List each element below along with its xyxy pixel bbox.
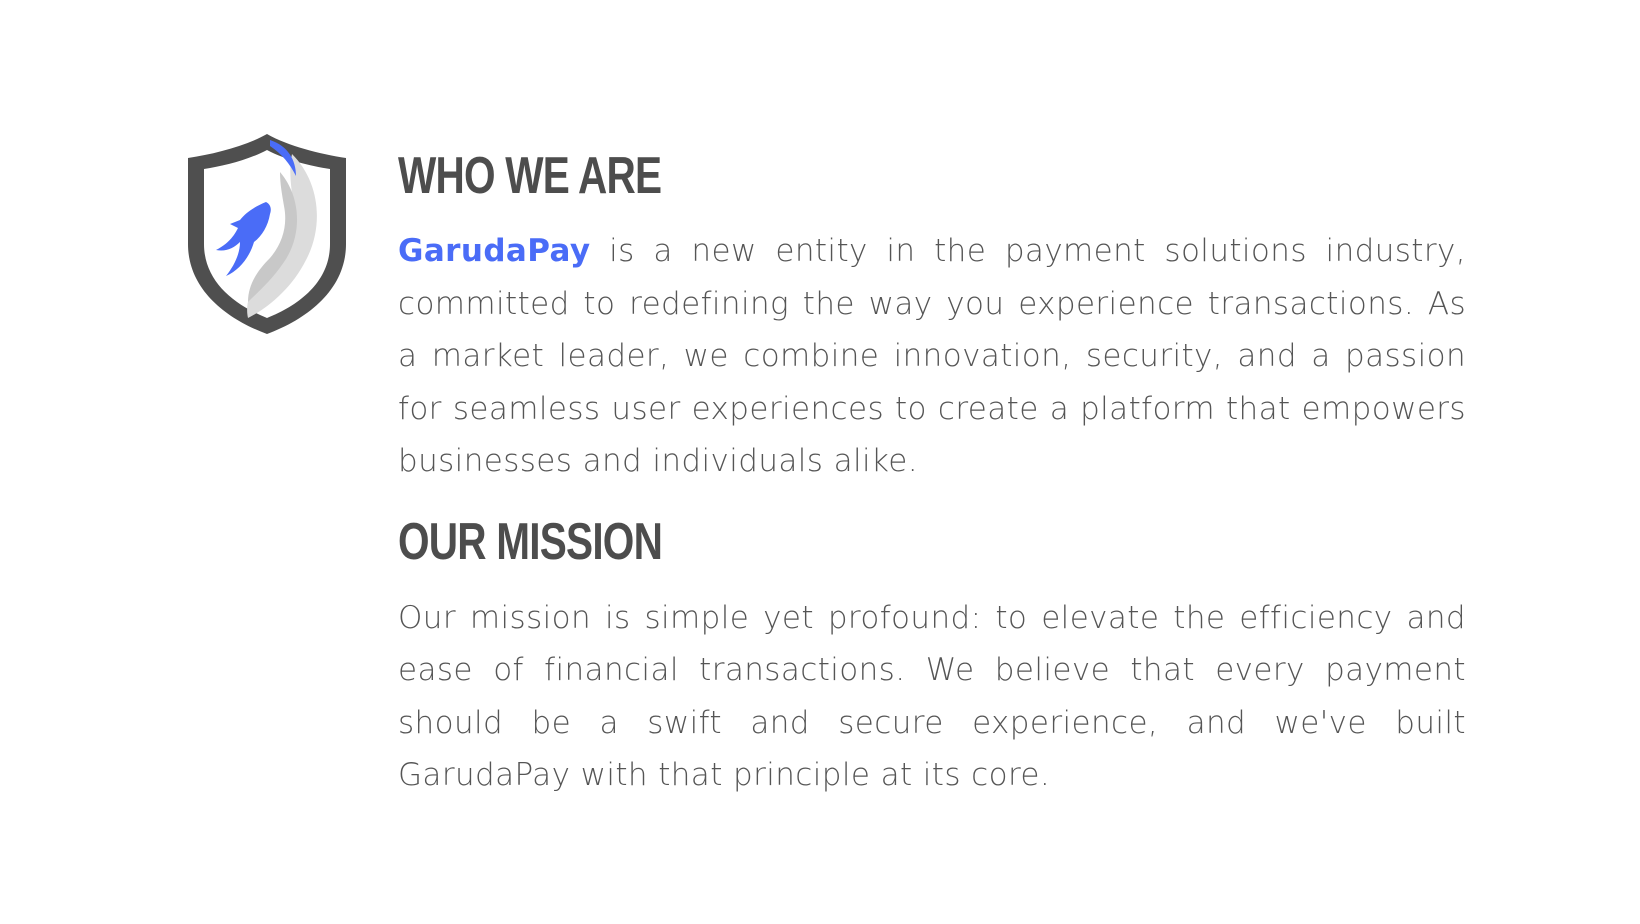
our-mission-heading: OUR MISSION bbox=[398, 512, 663, 571]
who-we-are-paragraph: GarudaPay is a new entity in the payment… bbox=[398, 225, 1466, 488]
about-page: WHO WE ARE GarudaPay is a new entity in … bbox=[0, 0, 1640, 924]
about-content: WHO WE ARE GarudaPay is a new entity in … bbox=[398, 150, 1466, 802]
who-we-are-heading: WHO WE ARE bbox=[398, 147, 662, 205]
our-mission-paragraph: Our mission is simple yet profound: to e… bbox=[398, 599, 1466, 794]
who-we-are-text: is a new entity in the payment solutions… bbox=[398, 233, 1466, 479]
garuda-shield-logo-icon bbox=[184, 132, 350, 336]
brand-name: GarudaPay bbox=[398, 233, 591, 269]
